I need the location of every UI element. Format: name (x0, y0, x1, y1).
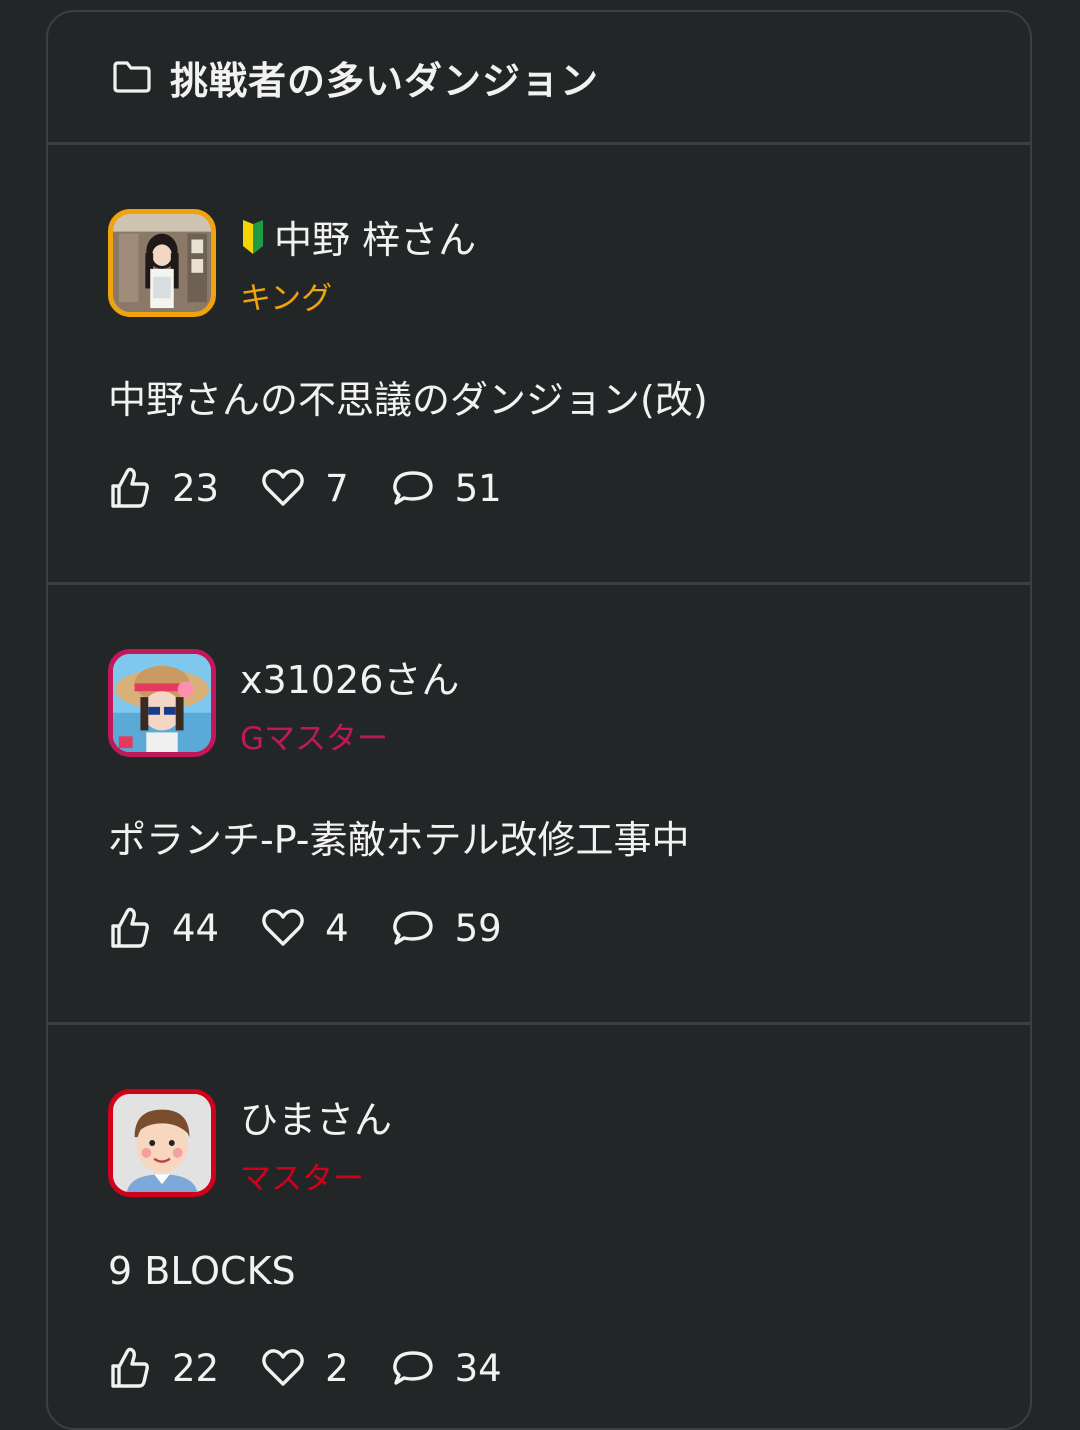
comment-stat[interactable]: 59 (391, 906, 502, 950)
speech-bubble-icon (392, 1351, 433, 1385)
favorite-stat[interactable]: 7 (261, 466, 349, 510)
stats-row: 44 4 59 (108, 903, 544, 953)
like-stat[interactable]: 22 (108, 1346, 219, 1390)
comment-count: 59 (454, 906, 502, 950)
avatar[interactable] (108, 209, 216, 317)
dungeon-entry[interactable]: x31026さん Gマスター ポランチ-P-素敵ホテル改修工事中 44 4 59 (48, 585, 1030, 1025)
heart-icon (262, 469, 304, 506)
dungeon-entry[interactable]: 中野 梓さん キング 中野さんの不思議のダンジョン(改) 23 7 51 (48, 145, 1030, 585)
heart-icon (262, 909, 304, 946)
like-stat[interactable]: 23 (108, 466, 219, 510)
popular-dungeons-panel: 挑戦者の多いダンジョン 中野 梓さん キング 中野さんの不思議のダンジョン(改)… (46, 10, 1032, 1430)
user-name[interactable]: x31026さん (240, 649, 459, 704)
thumbs-up-icon (111, 1347, 149, 1388)
avatar[interactable] (108, 649, 216, 757)
like-stat[interactable]: 44 (108, 906, 219, 950)
favorite-stat[interactable]: 4 (261, 906, 349, 950)
rank-label: キング (240, 281, 333, 317)
like-count: 23 (172, 466, 220, 510)
favorite-count: 2 (325, 1346, 349, 1390)
rank-label: Gマスター (240, 721, 389, 757)
like-count: 22 (172, 1346, 220, 1390)
user-name[interactable]: ひまさん (240, 1089, 392, 1144)
stats-row: 22 2 34 (108, 1343, 544, 1393)
like-count: 44 (172, 906, 220, 950)
favorite-count: 7 (325, 466, 349, 510)
dungeon-title[interactable]: ポランチ-P-素敵ホテル改修工事中 (108, 809, 690, 864)
stats-row: 23 7 51 (108, 463, 544, 513)
dungeon-entry[interactable]: ひまさん マスター 9 BLOCKS 22 2 34 (48, 1025, 1030, 1428)
panel-header: 挑戦者の多いダンジョン (48, 12, 1030, 145)
beginner-mark-icon (240, 218, 266, 256)
favorite-count: 4 (325, 906, 349, 950)
thumbs-up-icon (111, 467, 149, 508)
section-title: 挑戦者の多いダンジョン (170, 58, 600, 103)
user-name-text: ひまさん (240, 1098, 393, 1142)
comment-stat[interactable]: 34 (391, 1346, 502, 1390)
heart-icon (262, 1349, 304, 1386)
user-name-text: 中野 梓さん (274, 218, 477, 262)
comment-count: 51 (454, 466, 502, 510)
folder-icon (112, 60, 152, 94)
comment-count: 34 (454, 1346, 502, 1390)
thumbs-up-icon (111, 907, 149, 948)
user-name[interactable]: 中野 梓さん (240, 209, 476, 264)
speech-bubble-icon (392, 471, 433, 505)
speech-bubble-icon (392, 911, 433, 945)
favorite-stat[interactable]: 2 (261, 1346, 349, 1390)
dungeon-title[interactable]: 9 BLOCKS (108, 1249, 296, 1293)
dungeon-title[interactable]: 中野さんの不思議のダンジョン(改) (108, 369, 708, 424)
avatar[interactable] (108, 1089, 216, 1197)
user-name-text: x31026さん (240, 658, 460, 702)
rank-label: マスター (240, 1161, 364, 1197)
comment-stat[interactable]: 51 (391, 466, 502, 510)
